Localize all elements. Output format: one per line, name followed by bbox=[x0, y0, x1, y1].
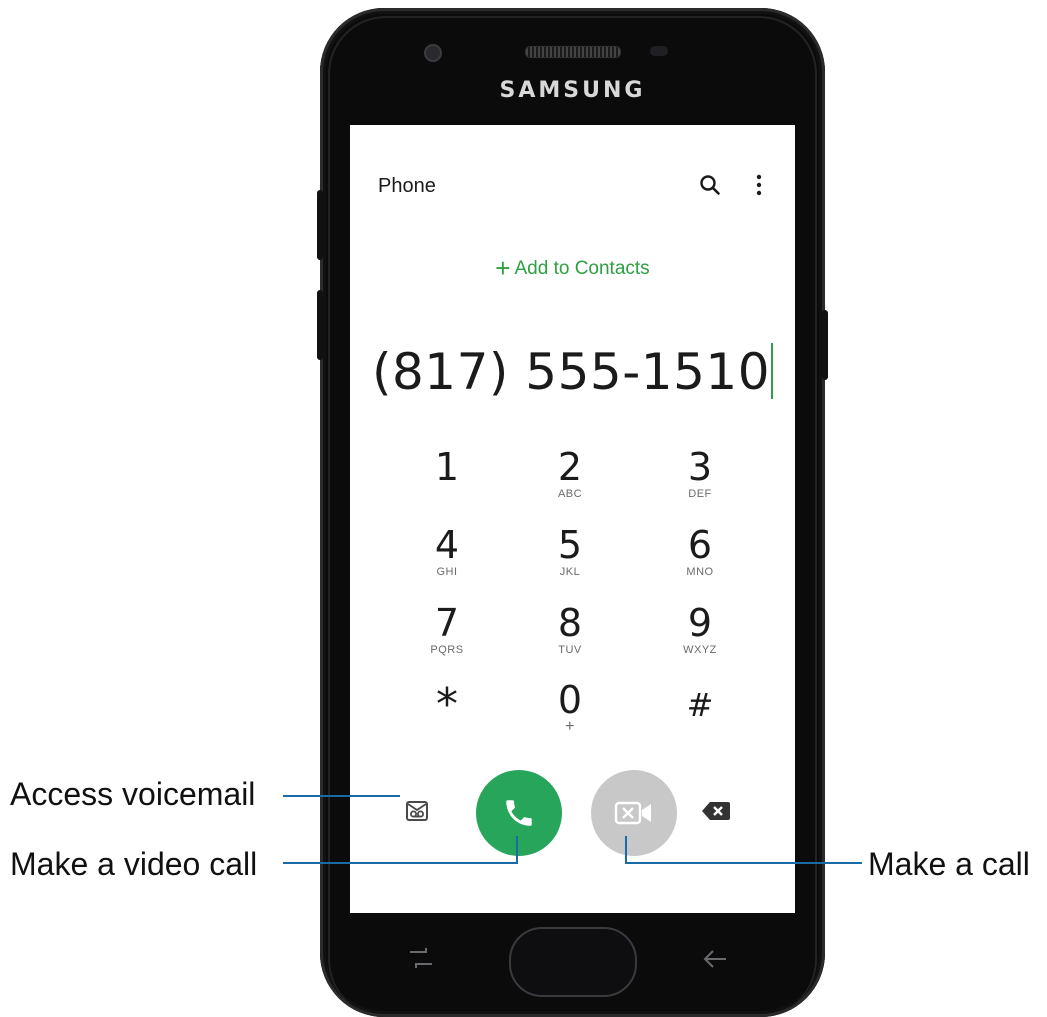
keypad-key-0[interactable]: 0 + bbox=[510, 678, 630, 735]
keypad-key-hash[interactable]: # bbox=[640, 685, 760, 726]
callout-call: Make a call bbox=[868, 846, 1030, 882]
keypad-key-3[interactable]: 3 DEF bbox=[640, 447, 760, 500]
key-digit: 4 bbox=[434, 523, 460, 567]
key-digit: 5 bbox=[557, 523, 583, 567]
key-digit: 6 bbox=[687, 523, 713, 567]
video-call-icon bbox=[614, 801, 651, 825]
backspace-icon[interactable] bbox=[701, 801, 731, 826]
keypad-key-6[interactable]: 6 MNO bbox=[640, 525, 760, 578]
voicemail-icon[interactable] bbox=[406, 801, 428, 826]
key-digit: 1 bbox=[434, 445, 460, 489]
earpiece-speaker bbox=[525, 46, 621, 58]
text-cursor bbox=[771, 343, 774, 399]
callout-line-video-call-h bbox=[283, 862, 518, 864]
key-digit: 9 bbox=[687, 601, 713, 645]
callout-line-video-call-v bbox=[516, 836, 518, 864]
keypad-key-2[interactable]: 2 ABC bbox=[510, 447, 630, 500]
front-camera bbox=[424, 44, 442, 62]
key-letters: MNO bbox=[686, 566, 714, 578]
key-letters: + bbox=[565, 718, 575, 735]
keypad-key-4[interactable]: 4 GHI bbox=[387, 525, 507, 578]
key-letters: JKL bbox=[559, 566, 581, 578]
phone-device: SAMSUNG Phone + Add to Contacts (817) 555… bbox=[317, 8, 828, 1017]
dialed-number-field[interactable]: (817) 555-1510 bbox=[350, 343, 795, 401]
proximity-sensor bbox=[650, 46, 668, 56]
more-options-icon[interactable] bbox=[743, 169, 775, 201]
key-letters: WXYZ bbox=[683, 644, 717, 656]
key-letters: TUV bbox=[558, 644, 582, 656]
key-digit: 8 bbox=[557, 601, 583, 645]
recent-apps-icon[interactable] bbox=[408, 946, 434, 975]
key-digit: # bbox=[686, 686, 714, 724]
keypad-key-9[interactable]: 9 WXYZ bbox=[640, 603, 760, 656]
callout-video-call: Make a video call bbox=[10, 846, 258, 882]
key-letters: ABC bbox=[557, 488, 583, 500]
video-call-button[interactable] bbox=[591, 770, 677, 856]
key-digit: 0 bbox=[557, 678, 583, 722]
keypad-key-star[interactable]: * bbox=[387, 679, 507, 730]
plus-icon: + bbox=[495, 253, 511, 283]
callout-line-call-v bbox=[625, 836, 627, 864]
keypad-key-7[interactable]: 7 PQRS bbox=[387, 603, 507, 656]
phone-icon bbox=[506, 800, 532, 826]
keypad-key-1[interactable]: 1 bbox=[387, 447, 507, 488]
key-letters: DEF bbox=[688, 488, 712, 500]
key-digit: * bbox=[436, 679, 458, 730]
dialed-number: (817) 555-1510 bbox=[371, 343, 771, 401]
callout-voicemail: Access voicemail bbox=[10, 776, 256, 812]
back-icon[interactable] bbox=[702, 948, 728, 975]
callout-line-call-h bbox=[625, 862, 862, 864]
key-digit: 3 bbox=[687, 445, 713, 489]
add-to-contacts-label: Add to Contacts bbox=[514, 258, 650, 279]
add-to-contacts-button[interactable]: + Add to Contacts bbox=[350, 253, 795, 284]
key-letters: PQRS bbox=[430, 644, 464, 656]
power-button bbox=[822, 310, 828, 380]
callout-line-voicemail bbox=[283, 795, 400, 797]
key-letters: GHI bbox=[436, 566, 458, 578]
call-button[interactable] bbox=[476, 770, 562, 856]
page-title: Phone bbox=[378, 175, 436, 197]
phone-screen: Phone + Add to Contacts (817) 555-1510 1 … bbox=[350, 125, 795, 913]
brand-logo: SAMSUNG bbox=[499, 78, 646, 103]
keypad-key-8[interactable]: 8 TUV bbox=[510, 603, 630, 656]
volume-up-button bbox=[317, 190, 323, 260]
home-button[interactable] bbox=[509, 927, 637, 997]
key-digit: 7 bbox=[434, 601, 460, 645]
keypad-key-5[interactable]: 5 JKL bbox=[510, 525, 630, 578]
volume-down-button bbox=[317, 290, 323, 360]
search-icon[interactable] bbox=[694, 169, 726, 201]
key-digit: 2 bbox=[557, 445, 583, 489]
